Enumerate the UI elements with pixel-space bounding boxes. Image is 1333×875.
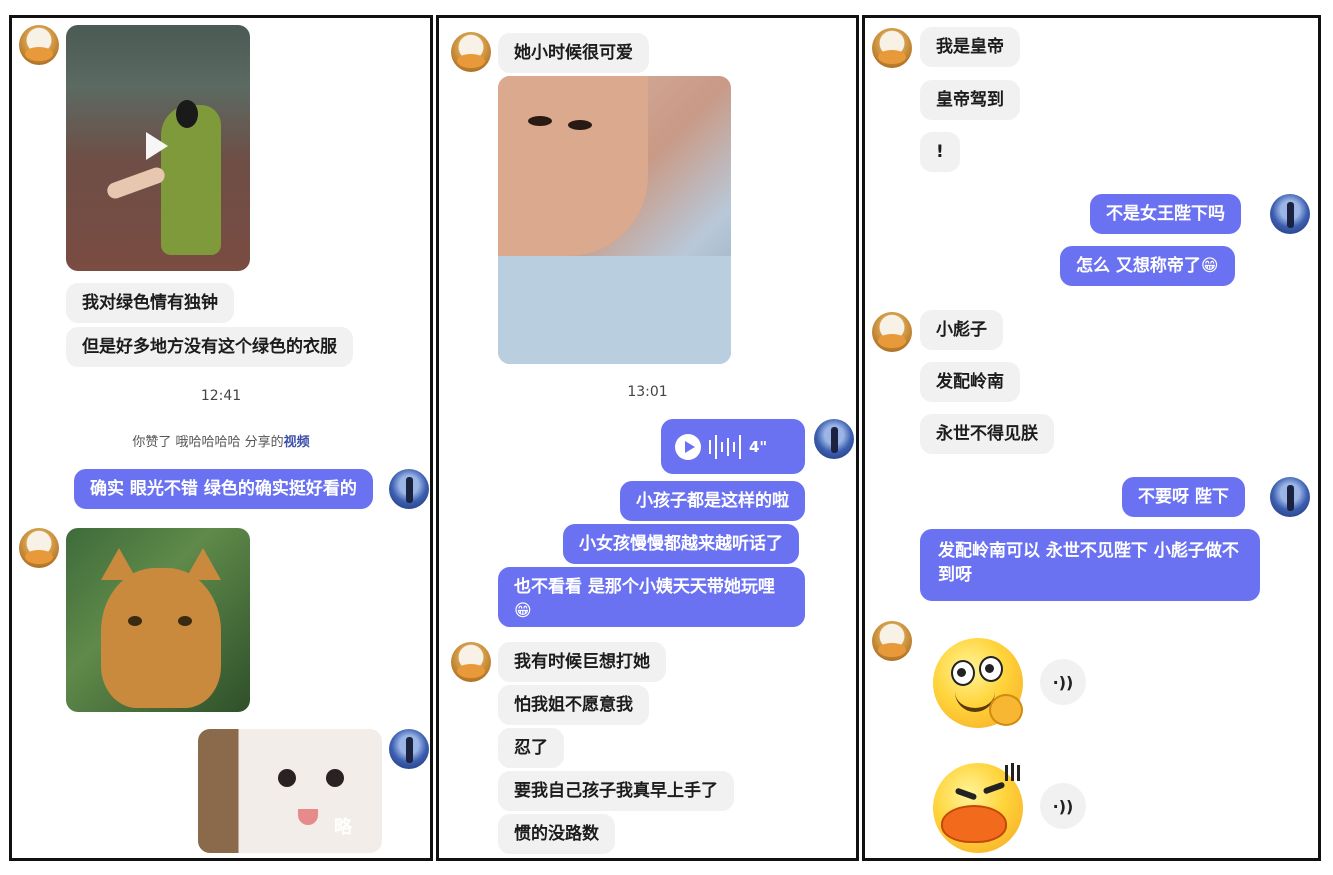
- message-bubble: 怎么 又想称帝了😁: [1060, 246, 1235, 286]
- message-bubble: !: [920, 132, 960, 172]
- chat-panel-1: 我对绿色情有独钟 但是好多地方没有这个绿色的衣服 12:41 你赞了 哦哈哈哈哈…: [9, 15, 433, 861]
- play-icon[interactable]: [146, 132, 168, 160]
- message-bubble: 小孩子都是这样的啦: [620, 481, 805, 521]
- cat-image-message[interactable]: [66, 528, 250, 712]
- video-link[interactable]: 视频: [284, 435, 310, 450]
- waveform-icon: [709, 434, 741, 460]
- system-notice-text: 你赞了 哦哈哈哈哈 分享的: [132, 435, 284, 450]
- message-bubble: 怕我姐不愿意我: [498, 685, 649, 725]
- message-bubble: 她小时候很可爱: [498, 33, 649, 73]
- avatar-friend[interactable]: [19, 528, 59, 568]
- message-bubble: 皇帝驾到: [920, 80, 1020, 120]
- timestamp: 13:01: [627, 384, 668, 400]
- avatar-self[interactable]: [389, 469, 429, 509]
- message-bubble: 不要呀 陛下: [1122, 477, 1245, 517]
- baby-photo-message[interactable]: [498, 76, 731, 364]
- message-bubble: 永世不得见朕: [920, 414, 1054, 454]
- avatar-self[interactable]: [1270, 477, 1310, 517]
- message-bubble: 要我自己孩子我真早上手了: [498, 771, 734, 811]
- message-bubble: 发配岭南: [920, 362, 1020, 402]
- message-text: 也不看看 是那个小姨天天带她玩哩: [514, 577, 775, 597]
- message-bubble: 发配岭南可以 永世不见陛下 小彪子做不到呀: [920, 529, 1260, 601]
- message-bubble: 忍了: [498, 728, 564, 768]
- voice-duration: 4": [749, 437, 768, 456]
- grin-emoji-icon: 😁: [1200, 256, 1219, 276]
- avatar-self[interactable]: [814, 419, 854, 459]
- message-bubble: 不是女王陛下吗: [1090, 194, 1241, 234]
- sound-icon[interactable]: ·)): [1040, 659, 1086, 705]
- duck-mouth-sticker-icon[interactable]: [933, 763, 1023, 853]
- avatar-friend[interactable]: [872, 28, 912, 68]
- sound-icon[interactable]: ·)): [1040, 783, 1086, 829]
- avatar-friend[interactable]: [19, 25, 59, 65]
- grin-emoji-icon: 😁: [514, 601, 532, 621]
- message-bubble: 我有时候巨想打她: [498, 642, 666, 682]
- message-bubble: 确实 眼光不错 绿色的确实挺好看的: [74, 469, 373, 509]
- sticker-caption: 略: [334, 817, 352, 838]
- chat-panel-3: 我是皇帝 皇帝驾到 ! 不是女王陛下吗 怎么 又想称帝了😁 小彪子 发配岭南 永…: [862, 15, 1321, 861]
- message-bubble: 惯的没路数: [498, 814, 615, 854]
- thinking-sticker-icon[interactable]: [933, 638, 1023, 728]
- avatar-self[interactable]: [1270, 194, 1310, 234]
- message-bubble: 小彪子: [920, 310, 1003, 350]
- play-icon[interactable]: [675, 433, 701, 460]
- avatar-friend[interactable]: [451, 32, 491, 72]
- message-bubble: 我是皇帝: [920, 27, 1020, 67]
- timestamp: 12:41: [200, 388, 242, 404]
- message-bubble: 也不看看 是那个小姨天天带她玩哩 😁: [498, 567, 805, 627]
- message-bubble: 小女孩慢慢都越来越听话了: [563, 524, 799, 564]
- avatar-friend[interactable]: [872, 621, 912, 661]
- avatar-friend[interactable]: [451, 642, 491, 682]
- video-message[interactable]: [66, 25, 250, 271]
- avatar-self[interactable]: [389, 729, 429, 769]
- message-text: 怎么 又想称帝了: [1076, 256, 1201, 276]
- message-bubble: 但是好多地方没有这个绿色的衣服: [66, 327, 353, 367]
- message-bubble: 我对绿色情有独钟: [66, 283, 234, 323]
- voice-message[interactable]: 4": [661, 419, 805, 474]
- avatar-friend[interactable]: [872, 312, 912, 352]
- system-notice: 你赞了 哦哈哈哈哈 分享的视频: [12, 431, 430, 450]
- sticker-message[interactable]: 略: [198, 729, 382, 853]
- chat-panel-2: 她小时候很可爱 13:01 4" 小孩子都是这样的啦 小女孩慢慢都越来越听话了 …: [436, 15, 859, 861]
